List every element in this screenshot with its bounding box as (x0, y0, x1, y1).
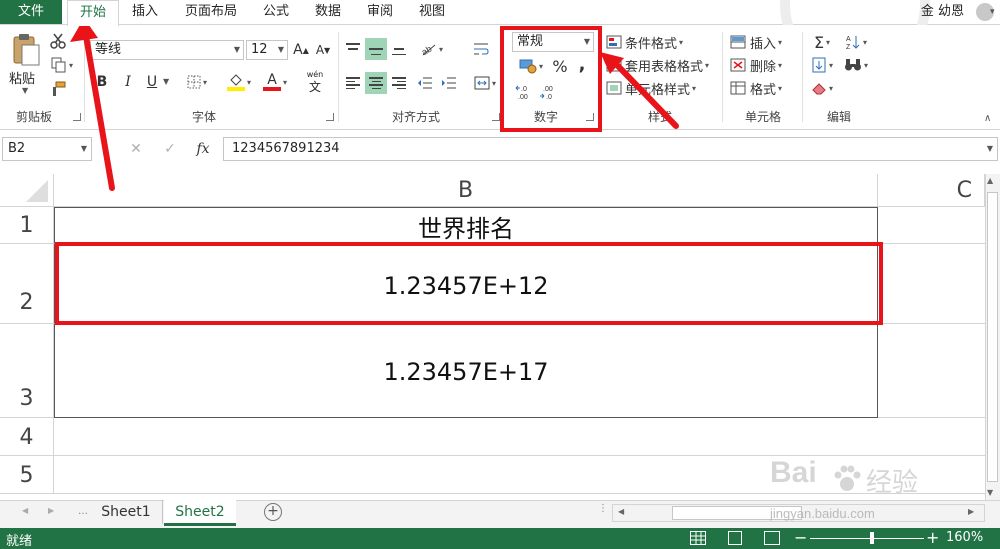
tab-home[interactable]: 开始 (67, 0, 119, 26)
watermark-url: jingyan.baidu.com (770, 506, 875, 521)
watermark-brand: Bai (770, 456, 817, 489)
watermark-du: 经验 (866, 468, 919, 498)
paw-logo-icon (832, 464, 862, 494)
